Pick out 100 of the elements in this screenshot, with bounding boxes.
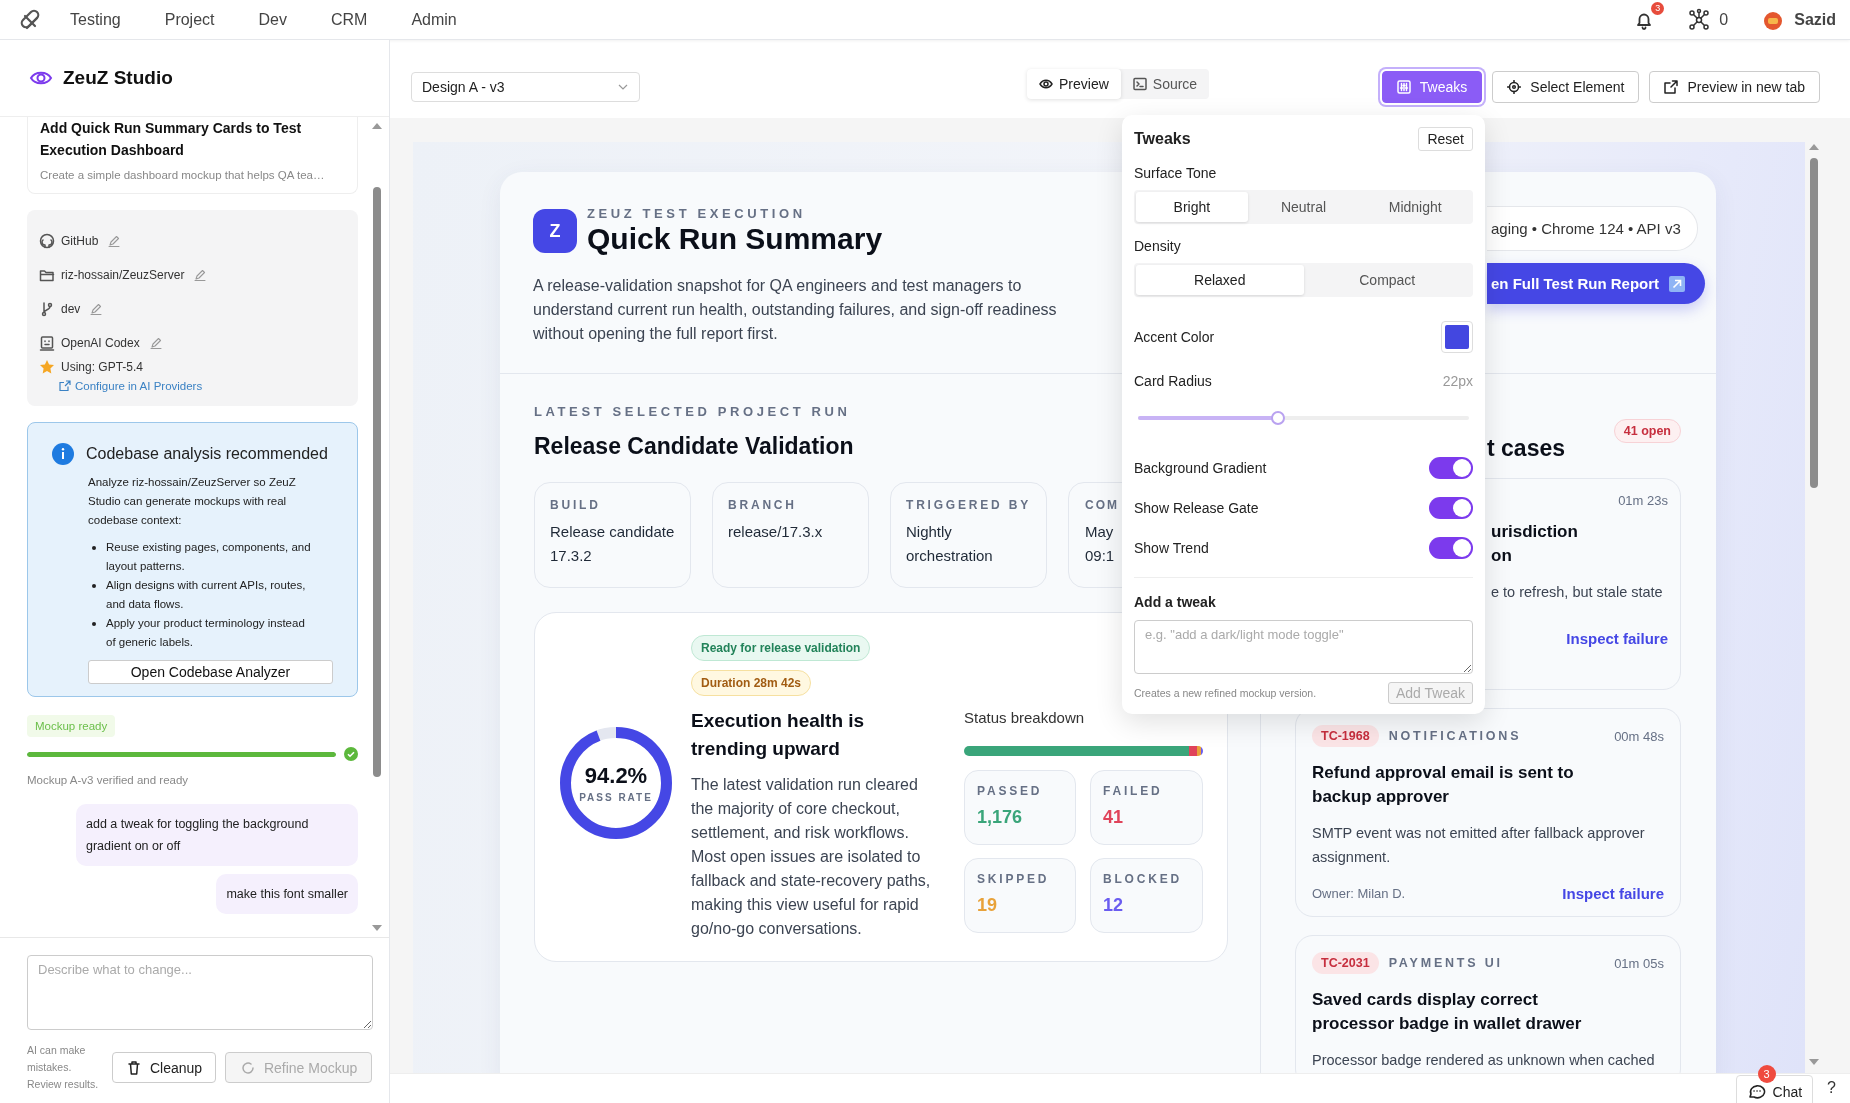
chat-message: make this font smaller: [216, 874, 358, 914]
stat-value: 12: [1103, 895, 1125, 916]
hint-text: Creates a new refined mockup version.: [1134, 687, 1317, 699]
meta-label: BUILD: [550, 498, 601, 512]
status-badge: Ready for release validation: [691, 635, 871, 661]
breakdown-title: Status breakdown: [964, 709, 1086, 726]
test-description: e to refresh, but stale state: [1491, 583, 1664, 602]
sidebar-title: ZeuZ Studio: [63, 67, 173, 89]
segment-option[interactable]: Bright: [1136, 192, 1248, 222]
section-eyebrow: LATEST SELECTED PROJECT RUN: [534, 404, 851, 419]
meta-value: Nightly orchestration: [906, 522, 994, 566]
scroll-up-arrow[interactable]: [372, 123, 382, 129]
model-label: Using: GPT-5.4: [61, 360, 144, 374]
control-label: Surface Tone: [1134, 165, 1218, 181]
task-title: Add Quick Run Summary Cards to Test Execution Dashboard: [40, 119, 303, 160]
slider-track[interactable]: [1138, 411, 1469, 425]
control-label: Density: [1134, 238, 1182, 254]
test-description: Processor badge rendered as unknown when cached: [1312, 1051, 1656, 1070]
test-title: Saved cards display correct processor badge in wallet drawer: [1312, 989, 1583, 1035]
report-button[interactable]: en Full Test Run Report: [1487, 263, 1706, 304]
terminal-icon: [1132, 77, 1147, 91]
inspect-link[interactable]: Inspect failure: [1566, 630, 1668, 647]
control-label: Show Release Gate: [1134, 500, 1259, 516]
slider-value: 22px: [1442, 373, 1473, 389]
toggle-switch[interactable]: [1429, 457, 1473, 479]
help-button[interactable]: ?: [1821, 1073, 1842, 1103]
context-label: riz-hossain/ZeuzServer: [61, 268, 185, 282]
popover-title: Tweaks: [1134, 130, 1191, 148]
select-button[interactable]: Select Element: [1492, 71, 1640, 103]
bullet-icon: [92, 546, 96, 550]
reset-button[interactable]: Reset: [1418, 127, 1473, 151]
external-link-icon: [59, 380, 71, 392]
test-title: Refund approval email is sent to backup approver: [1312, 762, 1575, 808]
segment-option[interactable]: Relaxed: [1136, 265, 1304, 295]
scroll-down-arrow[interactable]: [372, 925, 382, 931]
test-description: SMTP event was not emitted after fallback approver assignment.: [1312, 824, 1646, 867]
bullet-icon: [92, 622, 96, 626]
stat-label: BLOCKED: [1103, 872, 1182, 886]
execution-summary: The latest validation run cleared the majority of core checkout, settlement, and risk workflows. Most open issues are isolated to fallback and state-recovery paths, making this view useful for rapid go/no-go conversations.: [691, 775, 932, 939]
disclaimer-text: AI can make mistakes. Review results.: [27, 1043, 100, 1092]
toggle-switch[interactable]: [1429, 537, 1473, 559]
inspect-link[interactable]: Inspect failure: [1562, 885, 1664, 902]
context-label: GitHub: [61, 234, 99, 248]
meta-label: TRIGGERED BY: [906, 498, 1031, 512]
crosshair-icon: [1507, 80, 1522, 94]
scroll-down-arrow[interactable]: [1809, 1059, 1819, 1065]
pencil-icon: [90, 303, 103, 315]
user-name[interactable]: Sazid: [1794, 10, 1836, 29]
cleanup-button[interactable]: Cleanup: [112, 1052, 217, 1083]
connection-count: 0: [1719, 10, 1729, 29]
segment-option[interactable]: Midnight: [1359, 192, 1471, 222]
sliders-icon: [1396, 80, 1411, 94]
execution-title: Execution health is trending upward: [691, 709, 866, 761]
analyzer-button[interactable]: Open Codebase Analyzer: [88, 660, 333, 684]
nav-link[interactable]: Admin: [411, 10, 457, 29]
pass-rate-value: 94.2%: [583, 763, 649, 789]
slider-thumb[interactable]: [1271, 411, 1286, 425]
nav-link[interactable]: CRM: [330, 10, 368, 29]
arrow-up-right-icon: [1669, 275, 1686, 292]
scroll-up-arrow[interactable]: [1809, 144, 1819, 150]
scrollbar-thumb[interactable]: [373, 187, 381, 777]
status-tag: Mockup ready: [27, 715, 116, 737]
external-link-icon: [1664, 80, 1679, 94]
page-title: Quick Run Summary: [587, 222, 883, 256]
notice-text: Analyze riz-hossain/ZeuzServer so ZeuZ Studio can generate mockups with real codebase context:: [88, 475, 297, 528]
stat-value: 1,176: [977, 807, 1024, 828]
message-input[interactable]: Describe what to change...: [27, 955, 373, 1030]
pencil-icon: [149, 337, 162, 349]
control-label: Show Trend: [1134, 540, 1209, 556]
meta-label: COM: [1085, 498, 1119, 512]
nav-link[interactable]: Testing: [70, 10, 121, 29]
stat-value: 19: [977, 895, 999, 916]
toggle-switch[interactable]: [1429, 497, 1473, 519]
pass-rate-label: PASS RATE: [579, 792, 653, 803]
chat-message: add a tweak for toggling the background gradient on or off: [76, 804, 358, 866]
segment-option[interactable]: Compact: [1303, 265, 1471, 295]
stat-label: FAILED: [1103, 784, 1163, 798]
section-title: t cases: [1487, 435, 1565, 462]
notice-title: Codebase analysis recommended: [86, 445, 328, 463]
view-tab[interactable]: Source: [1120, 69, 1210, 99]
test-duration: 01m 23s: [1618, 493, 1668, 508]
open-count-badge: 41 open: [1613, 419, 1681, 443]
segment-option[interactable]: Neutral: [1247, 192, 1360, 222]
bullet-text: Reuse existing pages, components, and layout patterns.: [106, 540, 312, 574]
branch-icon: [39, 301, 55, 317]
context-label: OpenAI Codex: [61, 336, 140, 350]
star-icon: [39, 359, 55, 375]
nav-link[interactable]: Project: [164, 10, 215, 29]
nav-link[interactable]: Dev: [258, 10, 287, 29]
control-label: Card Radius: [1134, 373, 1212, 389]
meta-label: BRANCH: [728, 498, 797, 512]
view-tab[interactable]: Preview: [1027, 69, 1121, 99]
open-button[interactable]: Preview in new tab: [1649, 71, 1820, 103]
test-area: PAYMENTS UI: [1388, 956, 1503, 970]
configure-link[interactable]: Configure in AI Providers: [59, 380, 203, 392]
design-dropdown[interactable]: Design A - v3: [411, 72, 640, 102]
info-icon: [52, 443, 74, 465]
test-duration: 01m 05s: [1614, 955, 1664, 971]
stat-value: 41: [1103, 807, 1125, 828]
scrollbar-thumb[interactable]: [1810, 158, 1818, 488]
